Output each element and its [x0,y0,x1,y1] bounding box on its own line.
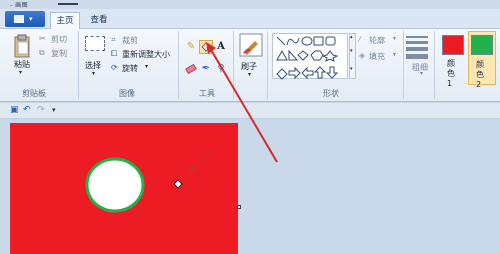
crop-button[interactable]: ⌗ 裁剪 [111,35,151,47]
outline-button[interactable]: ⁄ 轮廓 ▾ [359,35,401,47]
rotate-button[interactable]: ⟳ 旋转 ▾ [111,63,157,75]
fill-button[interactable]: ◈ 填充 ▾ [359,51,401,63]
color1-button[interactable]: 颜色 1 [440,33,466,88]
fill-label: 填充 [369,52,385,61]
cut-button[interactable]: ✂ 剪切 [39,34,77,46]
fill-icon: ◈ [359,51,366,60]
resize-button[interactable]: ⧠ 重新调整大小 [111,49,175,61]
clipboard-icon [14,34,30,58]
rotate-label: 旋转 [122,64,138,73]
chevron-down-icon: ▾ [350,48,353,54]
paint-menu-button[interactable]: ▾ [5,11,45,27]
chevron-down-icon: ▾ [393,35,397,42]
color2-button[interactable]: 颜色 2 [468,31,496,89]
rotate-icon: ⟳ [111,63,118,72]
resize-handle[interactable] [237,205,241,209]
expand-icon: ▾ [350,66,353,72]
copy-label: 复制 [51,49,67,58]
shapes-gallery[interactable] [272,33,348,80]
group-divider [178,31,179,99]
chevron-down-icon: ▾ [92,70,96,77]
scissors-icon: ✂ [39,34,46,43]
undo-icon[interactable]: ↶ [23,105,31,115]
customize-toolbar-icon[interactable]: ▾ [52,106,56,114]
size-button[interactable]: 粗细 ▾ [404,33,430,85]
cut-label: 剪切 [51,35,67,44]
chevron-down-icon: ▾ [393,51,397,58]
chevron-down-icon: ▾ [19,69,23,76]
crop-label: 裁剪 [122,36,138,45]
crop-icon: ⌗ [111,35,116,44]
resize-label: 重新调整大小 [122,50,170,59]
shapes-group-label: 形状 [323,89,339,98]
copy-icon: ⧉ [39,48,45,57]
redo-icon[interactable]: ↷ [37,105,45,115]
paste-button[interactable]: 粘贴 ▾ [10,33,34,79]
outline-icon: ⁄ [359,35,361,44]
color2-label: 颜色 2 [476,60,484,89]
pencil-icon[interactable]: ✎ [184,40,198,54]
title-bar-mark [58,3,78,5]
tab-home[interactable]: 主页 [50,12,80,29]
line-width-icon [406,36,428,59]
color1-label: 颜色 1 [447,59,455,88]
select-rectangle-icon [85,36,105,51]
copy-button[interactable]: ⧉ 复制 [39,48,77,60]
white-circle-shape [85,157,145,213]
image-group-label: 图像 [119,89,135,98]
chevron-down-icon: ▾ [29,15,33,23]
group-divider [434,31,435,99]
paint-document-icon [14,15,24,23]
color1-swatch [442,35,464,55]
group-divider [78,31,79,99]
save-icon[interactable]: ▣ [10,105,19,115]
annotation-arrow-to-cursor [187,150,212,175]
outline-label: 轮廓 [369,36,385,45]
resize-icon: ⧠ [111,49,118,58]
eraser-icon[interactable] [184,62,198,76]
select-button[interactable]: 选择 ▾ [83,34,107,80]
tab-view[interactable]: 查看 [84,12,114,29]
chevron-down-icon: ▾ [420,70,424,77]
shapes-icon [276,36,339,80]
shapes-scroll[interactable]: ▴ ▾ ▾ [349,33,356,79]
chevron-down-icon: ▾ [145,63,149,70]
fill-bucket-cursor-icon [173,179,183,189]
window-title: - 画图 [10,2,29,9]
chevron-up-icon: ▴ [350,34,353,40]
color2-swatch [471,35,493,55]
clipboard-group-label: 剪贴板 [22,89,46,98]
